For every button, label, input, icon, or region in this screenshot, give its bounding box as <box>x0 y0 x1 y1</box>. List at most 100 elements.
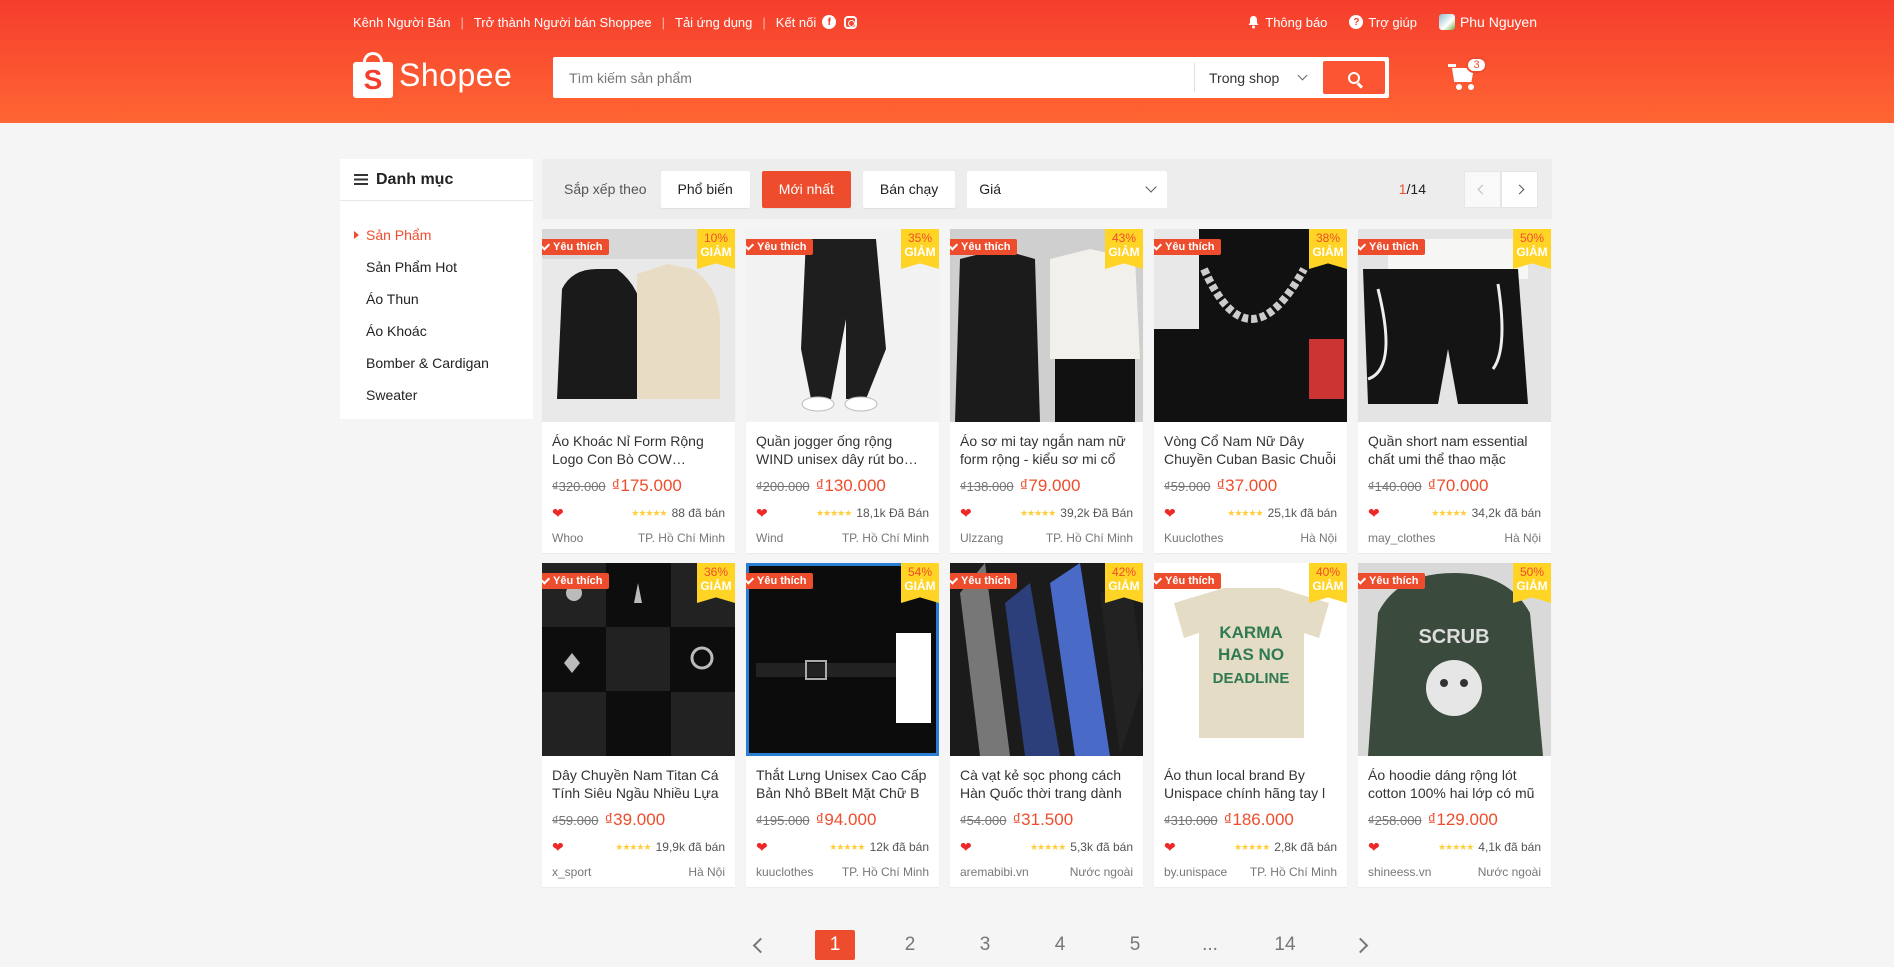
sold-count: 25,1k đã bán <box>1267 506 1337 520</box>
original-price: ₫320.000 <box>552 479 606 494</box>
star-icon: ★★★★★ <box>1029 841 1066 852</box>
sort-popular-button[interactable]: Phổ biến <box>660 170 750 208</box>
page-4[interactable]: 4 <box>1040 930 1080 960</box>
page-ellipsis: ... <box>1202 934 1218 955</box>
shop-location: Hà Nội <box>1504 531 1541 545</box>
seller-channel-link[interactable]: Kênh Người Bán <box>353 15 450 30</box>
star-icon: ★★★★★ <box>829 841 865 852</box>
download-app-link[interactable]: Tải ứng dụng <box>675 15 752 30</box>
category-item-san-pham-hot[interactable]: Sản Phẩm Hot <box>340 251 533 283</box>
product-image[interactable]: Yêu thích 54% GIẢM <box>746 563 939 756</box>
heart-icon[interactable]: ❤ <box>1368 506 1380 520</box>
heart-icon[interactable]: ❤ <box>960 506 972 520</box>
product-image[interactable]: Yêu thích 43% GIẢM <box>950 229 1143 422</box>
heart-icon[interactable]: ❤ <box>552 506 564 520</box>
product-card[interactable]: Yêu thích 10% GIẢM Áo Khoác Nỉ Form Rộng … <box>542 229 735 553</box>
shopee-logo[interactable]: S Shopee <box>353 52 512 98</box>
heart-icon[interactable]: ❤ <box>756 840 768 854</box>
original-price: ₫138.000 <box>960 479 1014 494</box>
mini-prev-button[interactable] <box>1464 170 1501 208</box>
category-item-ao-thun[interactable]: Áo Thun <box>340 283 533 315</box>
become-seller-link[interactable]: Trở thành Người bán Shoppee <box>474 15 652 30</box>
sort-bar: Sắp xếp theo Phổ biến Mới nhất Bán chạy … <box>542 159 1552 219</box>
help-link[interactable]: ? Trợ giúp <box>1349 15 1417 30</box>
instagram-icon[interactable] <box>844 15 858 29</box>
category-title-text: Danh mục <box>376 170 454 188</box>
product-image[interactable]: Yêu thích 10% GIẢM <box>542 229 735 422</box>
shop-name: may_clothes <box>1368 531 1436 545</box>
check-icon <box>950 574 959 585</box>
product-card[interactable]: Yêu thích 38% GIẢM Vòng Cổ Nam Nữ Dây Chu… <box>1154 229 1347 553</box>
next-page-button[interactable] <box>1340 930 1380 960</box>
facebook-icon[interactable]: f <box>822 15 837 29</box>
heart-icon[interactable]: ❤ <box>552 840 564 854</box>
page-2[interactable]: 2 <box>890 930 930 960</box>
category-item-ao-khoac[interactable]: Áo Khoác <box>340 315 533 347</box>
product-image[interactable]: Yêu thích 50% GIẢM <box>1358 229 1551 422</box>
product-image[interactable]: KARMA HAS NO DEADLINE Yêu thích 40% GIẢM <box>1154 563 1347 756</box>
product-image[interactable]: Yêu thích 38% GIẢM <box>1154 229 1347 422</box>
discount-badge: 36% GIẢM <box>697 563 735 603</box>
search-scope-dropdown[interactable]: Trong shop <box>1194 63 1318 92</box>
shop-location: TP. Hồ Chí Minh <box>1045 531 1133 545</box>
discount-badge: 50% GIẢM <box>1513 229 1551 269</box>
sold-count: 39,2k Đã Bán <box>1060 506 1133 520</box>
heart-icon[interactable]: ❤ <box>1164 506 1176 520</box>
check-icon <box>950 240 959 251</box>
product-card[interactable]: SCRUB Yêu thích 50% GIẢM Áo hoodie dáng r… <box>1358 563 1551 887</box>
product-card[interactable]: Yêu thích 50% GIẢM Quần short nam essenti… <box>1358 229 1551 553</box>
favorite-badge: Yêu thích <box>950 573 1017 589</box>
product-name: Thắt Lưng Unisex Cao Cấp Bản Nhỏ BBelt M… <box>756 767 927 801</box>
discount-badge: 42% GIẢM <box>1105 563 1143 603</box>
heart-icon[interactable]: ❤ <box>960 840 972 854</box>
category-item-sweater[interactable]: Sweater <box>340 379 533 411</box>
shop-name: kuuclothes <box>756 865 814 879</box>
heart-icon[interactable]: ❤ <box>756 506 768 520</box>
discount-percent: 50% <box>1519 231 1545 245</box>
search-input[interactable] <box>569 69 1069 86</box>
product-card[interactable]: Yêu thích 54% GIẢM Thắt Lưng Unisex Cao C… <box>746 563 939 887</box>
product-image[interactable]: SCRUB Yêu thích 50% GIẢM <box>1358 563 1551 756</box>
product-card[interactable]: Yêu thích 36% GIẢM Dây Chuyền Nam Titan C… <box>542 563 735 887</box>
svg-text:HAS NO: HAS NO <box>1218 645 1284 664</box>
product-image[interactable]: Yêu thích 42% GIẢM <box>950 563 1143 756</box>
product-name: Quần short nam essential chất umi thể th… <box>1368 433 1528 467</box>
heart-icon[interactable]: ❤ <box>1164 840 1176 854</box>
notifications-link[interactable]: Thông báo <box>1247 15 1327 30</box>
sort-bestselling-button[interactable]: Bán chạy <box>862 170 956 208</box>
sold-count: 2,8k đã bán <box>1274 840 1337 854</box>
sort-newest-button[interactable]: Mới nhất <box>761 170 851 208</box>
shop-name: Wind <box>756 531 784 545</box>
user-account[interactable]: Phu Nguyen <box>1438 14 1537 30</box>
product-name: Quần jogger ống rộng WIND unisex dây rút… <box>756 433 904 467</box>
category-item-san-pham[interactable]: Sản Phẩm <box>340 219 533 251</box>
product-card[interactable]: KARMA HAS NO DEADLINE Yêu thích 40% GIẢM Áo… <box>1154 563 1347 887</box>
mini-next-button[interactable] <box>1501 170 1538 208</box>
pagination: 1 2 3 4 5 ... 14 <box>740 929 1380 961</box>
product-card[interactable]: Yêu thích 42% GIẢM Cà vạt kẻ sọc phong cá… <box>950 563 1143 887</box>
chevron-right-icon <box>1514 184 1525 194</box>
product-image[interactable]: Yêu thích 35% GIẢM <box>746 229 939 422</box>
prev-page-button[interactable] <box>740 930 780 960</box>
product-image[interactable]: Yêu thích 36% GIẢM <box>542 563 735 756</box>
product-card[interactable]: Yêu thích 35% GIẢM Quần jogger ống rộng W… <box>746 229 939 553</box>
sort-price-select[interactable]: Giá <box>967 170 1168 208</box>
mini-page-total: /14 <box>1406 181 1426 197</box>
sold-count: 4,1k đã bán <box>1478 840 1541 854</box>
page-5[interactable]: 5 <box>1115 930 1155 960</box>
star-icon: ★★★★★ <box>1431 507 1467 518</box>
page-14[interactable]: 14 <box>1265 930 1305 960</box>
top-navbar: Kênh Người Bán | Trở thành Người bán Sho… <box>353 12 1537 32</box>
original-price: ₫195.000 <box>756 813 810 828</box>
search-button[interactable] <box>1323 61 1385 94</box>
shop-location: TP. Hồ Chí Minh <box>841 531 929 545</box>
category-item-bomber-cardigan[interactable]: Bomber & Cardigan <box>340 347 533 379</box>
page-3[interactable]: 3 <box>965 930 1005 960</box>
page-1[interactable]: 1 <box>815 930 855 960</box>
shop-location: Nước ngoài <box>1069 865 1133 879</box>
sale-price: ₫70.000 <box>1427 476 1489 495</box>
chevron-down-icon <box>1145 180 1157 193</box>
shop-name: shineess.vn <box>1368 865 1432 879</box>
product-card[interactable]: Yêu thích 43% GIẢM Áo sơ mi tay ngắn nam … <box>950 229 1143 553</box>
heart-icon[interactable]: ❤ <box>1368 840 1380 854</box>
